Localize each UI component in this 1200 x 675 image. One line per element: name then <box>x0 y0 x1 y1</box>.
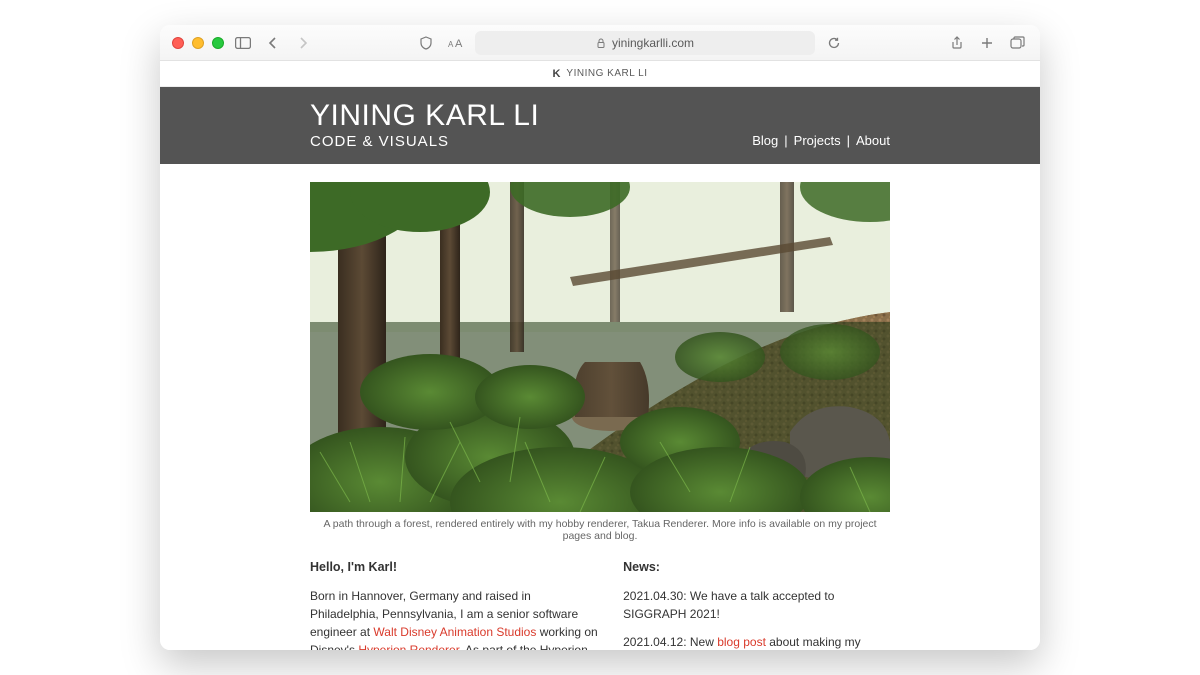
url-bar[interactable]: yiningkarlli.com <box>475 31 815 55</box>
news-date: 2021.04.30 <box>623 589 683 603</box>
hero-caption: A path through a forest, rendered entire… <box>310 518 890 542</box>
news-item: 2021.04.12: New blog post about making m… <box>623 633 890 650</box>
hero-image <box>310 182 890 512</box>
traffic-lights <box>172 37 224 49</box>
about-paragraph: Born in Hannover, Germany and raised in … <box>310 587 599 650</box>
browser-toolbar: AA yiningkarlli.com <box>160 25 1040 61</box>
text: : New <box>683 635 717 649</box>
about-heading: Hello, I'm Karl! <box>310 558 599 577</box>
nav-sep: | <box>784 133 787 148</box>
browser-window: AA yiningkarlli.com K YINING KARL LI YIN… <box>160 25 1040 650</box>
tab-strip: K YINING KARL LI <box>160 61 1040 87</box>
news-date: 2021.04.12 <box>623 635 683 649</box>
site-title: YINING KARL LI <box>310 101 890 131</box>
page-content: A path through a forest, rendered entire… <box>160 164 1040 650</box>
refresh-button[interactable] <box>823 32 845 54</box>
favicon: K <box>552 68 560 80</box>
text-size-icon[interactable]: AA <box>445 32 467 54</box>
minimize-window-button[interactable] <box>192 37 204 49</box>
new-tab-button[interactable] <box>976 32 998 54</box>
nav-projects[interactable]: Projects <box>794 133 841 148</box>
back-button[interactable] <box>262 32 284 54</box>
about-column: Hello, I'm Karl! Born in Hannover, Germa… <box>310 558 599 650</box>
two-columns: Hello, I'm Karl! Born in Hannover, Germa… <box>310 558 890 650</box>
close-window-button[interactable] <box>172 37 184 49</box>
share-button[interactable] <box>946 32 968 54</box>
privacy-shield-icon[interactable] <box>415 32 437 54</box>
link-disney-studios[interactable]: Walt Disney Animation Studios <box>373 625 536 639</box>
lock-icon <box>596 38 606 48</box>
maximize-window-button[interactable] <box>212 37 224 49</box>
sidebar-toggle-icon[interactable] <box>232 32 254 54</box>
nav-about[interactable]: About <box>856 133 890 148</box>
link-hyperion[interactable]: Hyperion Renderer <box>358 643 459 650</box>
site-header: YINING KARL LI CODE & VISUALS Blog | Pro… <box>160 87 1040 164</box>
nav-sep: | <box>847 133 850 148</box>
svg-text:A: A <box>455 38 463 49</box>
main-nav: Blog | Projects | About <box>752 133 890 148</box>
page-viewport[interactable]: YINING KARL LI CODE & VISUALS Blog | Pro… <box>160 87 1040 650</box>
forward-button[interactable] <box>292 32 314 54</box>
url-text: yiningkarlli.com <box>612 36 694 50</box>
tab-title: YINING KARL LI <box>566 68 647 79</box>
news-item: 2021.04.30: We have a talk accepted to S… <box>623 587 890 623</box>
link-blog-post[interactable]: blog post <box>717 635 766 649</box>
news-heading: News: <box>623 558 890 577</box>
svg-text:A: A <box>448 40 454 49</box>
nav-blog[interactable]: Blog <box>752 133 778 148</box>
news-column: News: 2021.04.30: We have a talk accepte… <box>623 558 890 650</box>
tab-overview-button[interactable] <box>1006 32 1028 54</box>
